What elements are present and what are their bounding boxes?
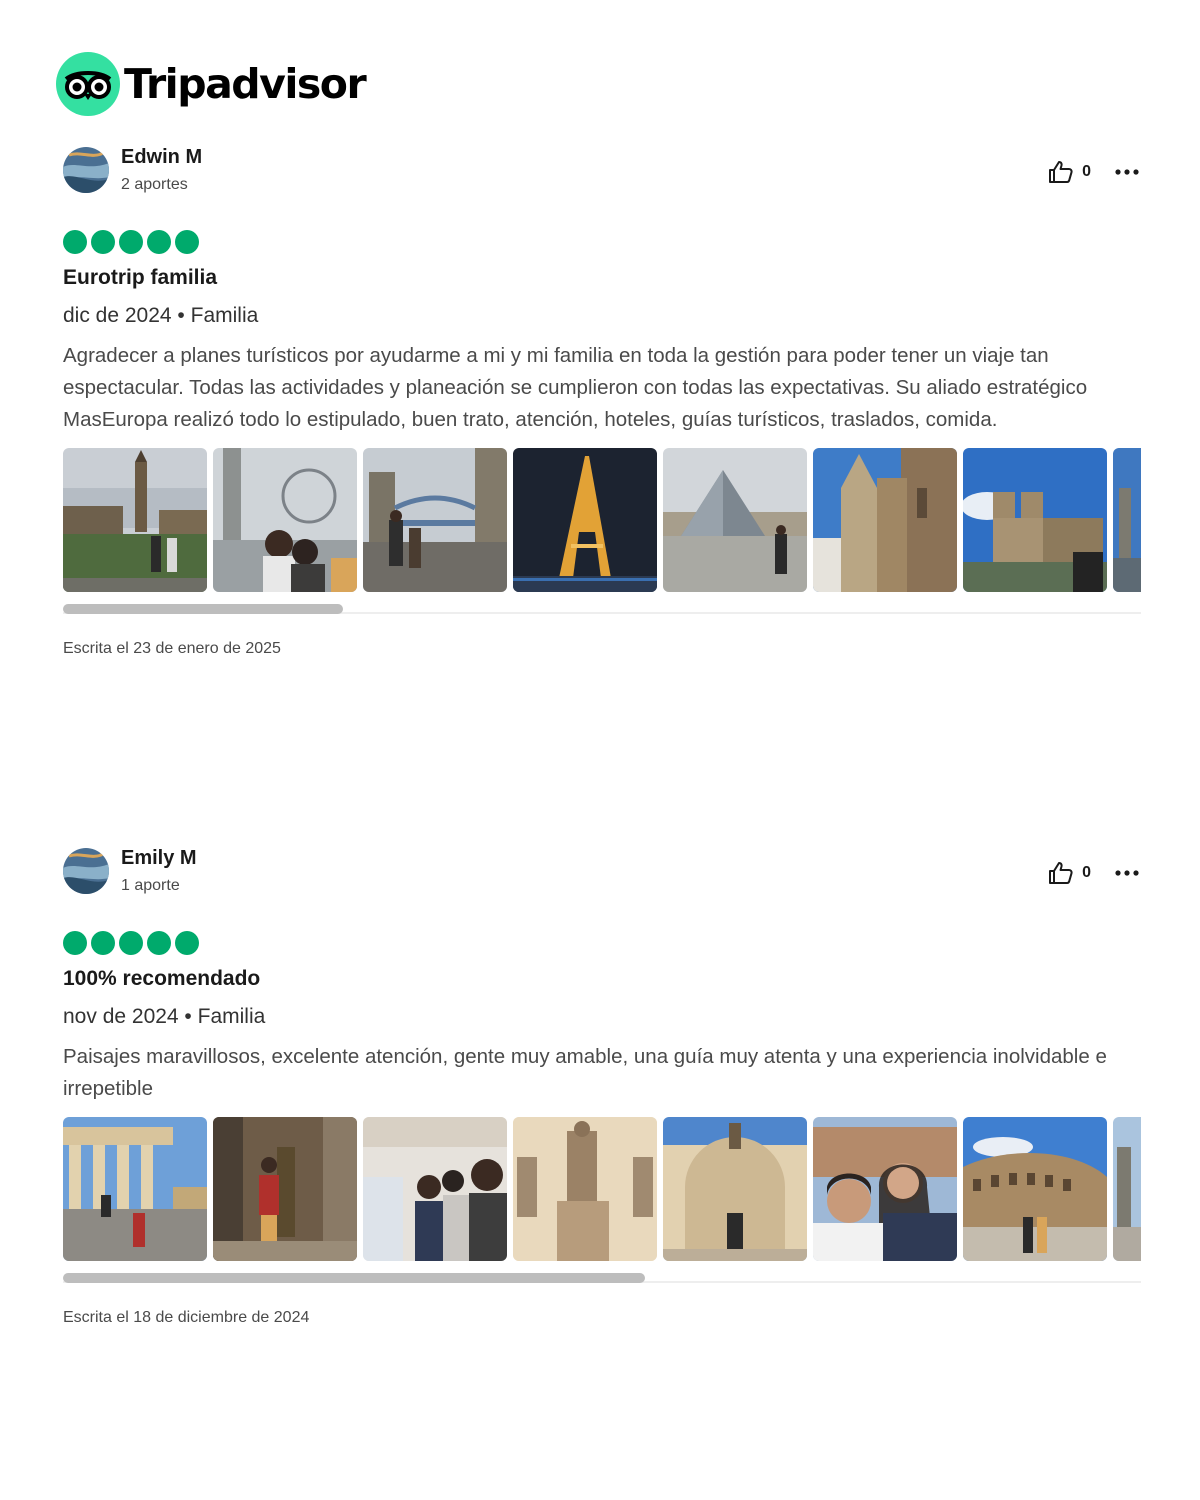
rating-bubble-icon — [91, 931, 115, 955]
photo-gallery[interactable] — [63, 1117, 1141, 1263]
helpful-vote-button[interactable]: 0 — [1048, 861, 1091, 885]
gallery-scrollbar[interactable] — [63, 600, 1141, 614]
review-card: Edwin M 2 aportes 0 Eurotrip familia dic — [63, 146, 1141, 658]
review-actions: 0 — [1048, 861, 1141, 885]
rating-bubble-icon — [119, 230, 143, 254]
louvre-pyramid-photo[interactable] — [663, 448, 807, 592]
contribution-count: 2 aportes — [121, 176, 188, 193]
more-options-button[interactable] — [1113, 861, 1141, 885]
trip-date-type: dic de 2024 • Familia — [63, 304, 259, 327]
scrollbar-thumb[interactable] — [63, 604, 344, 614]
notre-dame-photo[interactable] — [963, 448, 1107, 592]
big-ben-photo[interactable] — [63, 448, 207, 592]
rating-bubble-icon — [63, 230, 87, 254]
written-date: Escrita el 23 de enero de 2025 — [63, 640, 281, 657]
gallery-scrollbar[interactable] — [63, 1269, 1141, 1283]
rating-bubbles — [63, 230, 1141, 254]
review-card: Emily M 1 aporte 0 100% recomendado nov … — [63, 847, 1141, 1327]
review-body: Paisajes maravillosos, excelente atenció… — [63, 1045, 1107, 1100]
review-title[interactable]: Eurotrip familia — [63, 266, 1141, 290]
vote-count: 0 — [1082, 163, 1091, 180]
tripadvisor-logo[interactable]: Tripadvisor — [56, 52, 367, 116]
review-title[interactable]: 100% recomendado — [63, 967, 1141, 991]
scrollbar-thumb[interactable] — [63, 1273, 646, 1283]
more-dots-icon — [1115, 870, 1139, 876]
user-name[interactable]: Edwin M — [121, 146, 202, 169]
written-date: Escrita el 18 de diciembre de 2024 — [63, 1309, 310, 1326]
rating-bubble-icon — [63, 931, 87, 955]
thumbs-up-icon — [1049, 161, 1073, 183]
statue-photo-partial[interactable] — [1113, 448, 1141, 592]
rating-bubble-icon — [175, 931, 199, 955]
user-name[interactable]: Emily M — [121, 847, 197, 870]
trip-date-type: nov de 2024 • Familia — [63, 1005, 266, 1028]
rating-bubble-icon — [175, 230, 199, 254]
vote-count: 0 — [1082, 864, 1091, 881]
more-dots-icon — [1115, 169, 1139, 175]
bronze-statue-photo[interactable] — [213, 1117, 357, 1261]
rating-bubble-icon — [91, 230, 115, 254]
statue-photo-partial[interactable] — [1113, 1117, 1141, 1261]
boat-selfie-photo[interactable] — [363, 1117, 507, 1261]
columned-building-photo[interactable] — [63, 1117, 207, 1261]
brand-name: Tripadvisor — [124, 60, 367, 108]
more-options-button[interactable] — [1113, 160, 1141, 184]
thumbs-up-icon — [1049, 862, 1073, 884]
london-eye-photo[interactable] — [213, 448, 357, 592]
user-avatar-icon[interactable] — [63, 848, 109, 894]
photo-gallery[interactable] — [63, 448, 1141, 594]
gothic-cathedral-photo[interactable] — [813, 448, 957, 592]
colosseum-photo[interactable] — [963, 1117, 1107, 1261]
rating-bubbles — [63, 931, 1141, 955]
rating-bubble-icon — [147, 230, 171, 254]
helpful-vote-button[interactable]: 0 — [1048, 160, 1091, 184]
rating-bubble-icon — [147, 931, 171, 955]
museum-statues-photo[interactable] — [513, 1117, 657, 1261]
review-header: Emily M 1 aporte 0 — [63, 847, 1141, 901]
tower-bridge-photo[interactable] — [363, 448, 507, 592]
couple-selfie-photo[interactable] — [813, 1117, 957, 1261]
owl-logo-icon — [56, 52, 120, 116]
user-avatar-icon[interactable] — [63, 147, 109, 193]
vatican-niche-photo[interactable] — [663, 1117, 807, 1261]
rating-bubble-icon — [119, 931, 143, 955]
review-body: Agradecer a planes turísticos por ayudar… — [63, 344, 1088, 431]
eiffel-tower-night-photo[interactable] — [513, 448, 657, 592]
contribution-count: 1 aporte — [121, 877, 180, 894]
review-actions: 0 — [1048, 160, 1141, 184]
review-header: Edwin M 2 aportes 0 — [63, 146, 1141, 200]
